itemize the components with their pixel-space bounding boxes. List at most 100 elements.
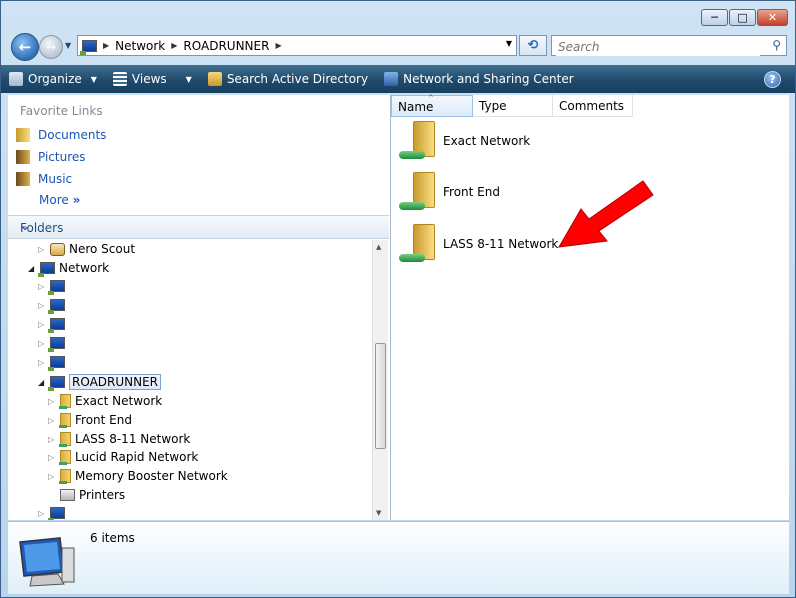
tree-item-share[interactable]: ▷ Front End xyxy=(48,413,132,428)
search-input[interactable] xyxy=(556,37,760,56)
search-active-directory-button[interactable]: Search Active Directory xyxy=(200,65,376,93)
scrollbar-thumb[interactable] xyxy=(375,343,386,449)
organize-label: Organize xyxy=(28,72,82,86)
tree-item-computer[interactable]: ▷ xyxy=(38,337,65,352)
computer-icon xyxy=(48,280,65,295)
breadcrumb-roadrunner[interactable]: ROADRUNNER xyxy=(183,39,269,53)
expand-arrow-icon[interactable]: ▷ xyxy=(48,453,56,462)
file-item-front-end[interactable]: Front End xyxy=(399,172,500,212)
address-dropdown-icon[interactable]: ▼ xyxy=(506,39,512,48)
expand-arrow-icon[interactable]: ▷ xyxy=(38,358,46,367)
collapse-arrow-icon[interactable]: ◢ xyxy=(38,378,46,387)
tree-item-share[interactable]: ▷ Lucid Rapid Network xyxy=(48,450,198,465)
favorite-link-pictures[interactable]: Pictures xyxy=(16,150,86,164)
column-header-name[interactable]: ^ Name xyxy=(391,94,473,117)
expand-arrow-icon[interactable]: ▷ xyxy=(38,509,46,518)
address-bar[interactable]: ▶ Network ▶ ROADRUNNER ▶ ▼ xyxy=(77,35,517,56)
network-folder-icon xyxy=(399,172,435,212)
tree-item-computer[interactable]: ▷ xyxy=(38,356,65,371)
network-sharing-center-button[interactable]: Network and Sharing Center xyxy=(376,65,582,93)
chevron-down-icon: ▼ xyxy=(90,74,97,84)
command-bar: Organize ▼ Views ▼ Search Active Directo… xyxy=(1,65,795,93)
scroll-up-icon[interactable]: ▲ xyxy=(376,243,381,251)
tree-item-computer[interactable]: ▷ xyxy=(38,318,65,333)
views-icon xyxy=(112,72,127,86)
network-icon xyxy=(38,262,55,277)
tree-item-printers[interactable]: Printers xyxy=(48,488,125,502)
computer-icon xyxy=(48,318,65,333)
more-label: More xyxy=(39,193,69,207)
computer-icon xyxy=(48,376,65,391)
tree-item-share[interactable]: ▷ LASS 8-11 Network xyxy=(48,432,190,447)
network-sharing-center-label: Network and Sharing Center xyxy=(403,72,574,86)
search-active-directory-label: Search Active Directory xyxy=(226,72,369,86)
favorite-link-documents[interactable]: Documents xyxy=(16,128,106,142)
network-center-icon xyxy=(384,72,399,86)
expand-arrow-icon[interactable]: ▷ xyxy=(38,245,46,254)
close-button[interactable]: ✕ xyxy=(757,9,788,26)
expand-arrow-icon[interactable]: ▷ xyxy=(48,435,56,444)
file-item-label: Front End xyxy=(443,185,500,199)
tree-item-label: Network xyxy=(59,261,110,275)
refresh-button[interactable]: ⟲ xyxy=(519,35,547,56)
expand-arrow-icon[interactable]: ▷ xyxy=(38,339,46,348)
column-header-type[interactable]: Type xyxy=(473,95,553,117)
organize-icon xyxy=(9,72,23,86)
file-item-label: LASS 8-11 Network xyxy=(443,237,559,251)
tree-item-share[interactable]: ▷ Exact Network xyxy=(48,394,162,409)
chevron-down-icon: ⌄ xyxy=(20,219,31,233)
recent-pages-dropdown[interactable]: ▼ xyxy=(65,41,71,50)
views-label: Views xyxy=(131,72,167,86)
tree-item-computer[interactable]: ▷ xyxy=(38,507,65,520)
file-item-exact-network[interactable]: Exact Network xyxy=(399,121,530,161)
folders-header[interactable]: Folders ⌄ xyxy=(8,215,389,239)
details-pane: 6 items xyxy=(8,521,789,594)
search-icon[interactable]: ⚲ xyxy=(772,38,781,52)
breadcrumb-separator-icon[interactable]: ▶ xyxy=(275,41,281,50)
expand-arrow-icon[interactable]: ▷ xyxy=(48,416,56,425)
back-button[interactable]: ← xyxy=(11,33,39,61)
tree-item-computer[interactable]: ▷ xyxy=(38,299,65,314)
maximize-button[interactable]: □ xyxy=(729,9,756,26)
breadcrumb-separator-icon[interactable]: ▶ xyxy=(171,41,177,50)
favorite-link-label: Documents xyxy=(38,128,107,142)
folder-tree-scrollbar[interactable]: ▲ ▼ xyxy=(372,240,388,520)
tree-item-nero-scout[interactable]: ▷ Nero Scout xyxy=(38,242,135,256)
scroll-down-icon[interactable]: ▼ xyxy=(376,509,381,517)
network-folder-icon xyxy=(399,224,435,264)
expand-arrow-icon[interactable]: ▷ xyxy=(38,282,46,291)
breadcrumb-network[interactable]: Network xyxy=(115,39,165,53)
forward-button[interactable]: → xyxy=(39,35,63,59)
network-folder-icon xyxy=(59,413,71,428)
printer-icon xyxy=(60,489,75,501)
expand-arrow-icon[interactable]: ▷ xyxy=(38,301,46,310)
refresh-icon: ⟲ xyxy=(527,38,539,53)
search-box[interactable]: ⚲ xyxy=(551,35,787,56)
views-button[interactable]: Views ▼ xyxy=(105,65,200,93)
column-header-comments[interactable]: Comments xyxy=(553,95,633,117)
minimize-button[interactable]: ─ xyxy=(701,9,728,26)
file-item-lass-network[interactable]: LASS 8-11 Network xyxy=(399,224,558,264)
help-button[interactable]: ? xyxy=(764,71,781,88)
chevron-down-icon: ▼ xyxy=(185,74,192,84)
network-folder-icon xyxy=(59,450,71,465)
documents-icon xyxy=(16,128,30,142)
expand-arrow-icon[interactable]: ▷ xyxy=(48,472,56,481)
column-header-label: Comments xyxy=(559,99,625,113)
organize-button[interactable]: Organize ▼ xyxy=(1,65,105,93)
breadcrumb-separator-icon[interactable]: ▶ xyxy=(103,41,109,50)
more-links-button[interactable]: More » xyxy=(39,193,80,207)
directory-icon xyxy=(207,72,222,86)
tree-item-computer[interactable]: ▷ xyxy=(38,280,65,295)
collapse-arrow-icon[interactable]: ◢ xyxy=(28,264,36,273)
network-icon xyxy=(80,39,97,55)
favorite-link-music[interactable]: Music xyxy=(16,172,72,186)
expand-arrow-icon[interactable]: ▷ xyxy=(48,397,56,406)
tree-item-share[interactable]: ▷ Memory Booster Network xyxy=(48,469,228,484)
network-folder-icon xyxy=(59,394,71,409)
tree-item-network[interactable]: ◢ Network xyxy=(28,261,110,277)
expand-arrow-icon[interactable]: ▷ xyxy=(38,320,46,329)
network-folder-icon xyxy=(59,432,71,447)
network-folder-icon xyxy=(59,469,71,484)
tree-item-roadrunner[interactable]: ◢ ROADRUNNER xyxy=(38,374,162,391)
